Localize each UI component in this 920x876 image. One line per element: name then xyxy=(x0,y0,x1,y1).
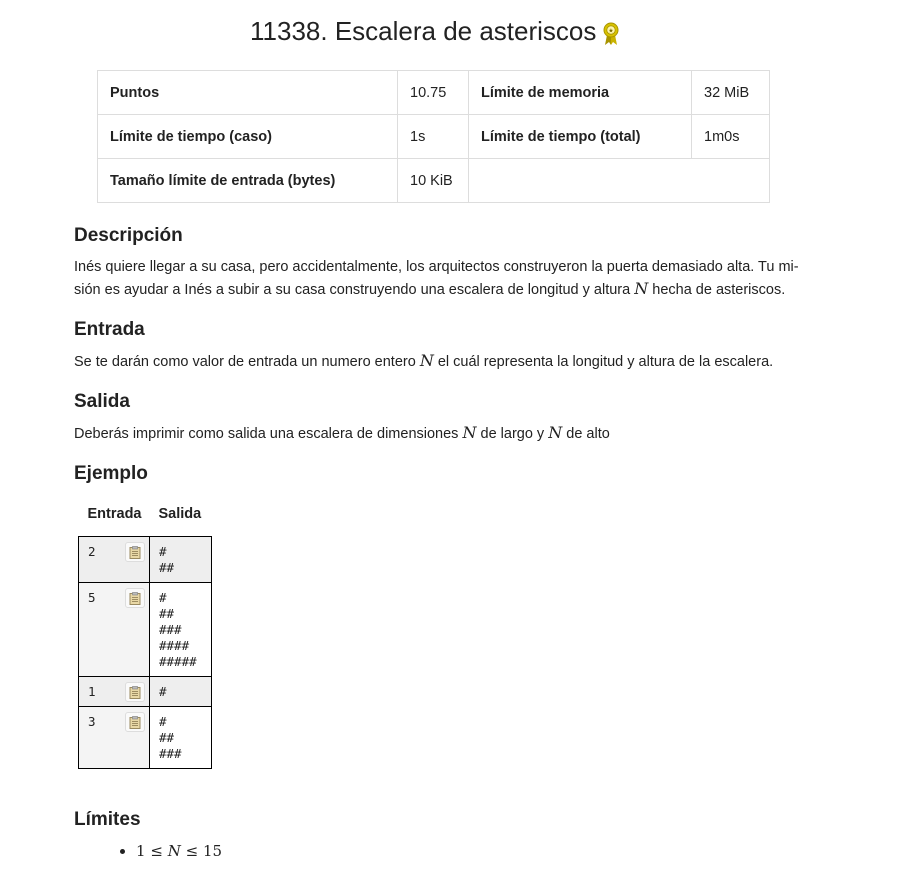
clipboard-icon xyxy=(129,546,141,559)
math-variable-n: N xyxy=(462,423,477,442)
example-output-cell: # ## ### #### ##### xyxy=(149,582,212,677)
limit-lower-bound: 1 xyxy=(136,842,146,860)
example-input-cell: 1 xyxy=(78,676,150,707)
problem-title: 11338. Escalera de asteriscos xyxy=(250,16,597,46)
example-input-cell: 3 xyxy=(78,706,150,769)
description-line-2-end: hecha de asteriscos. xyxy=(652,282,786,298)
examples-header-row: Entrada Salida xyxy=(79,503,212,537)
time-limit-total-label: Límite de tiempo (total) xyxy=(468,114,692,159)
input-heading: Entrada xyxy=(74,319,145,340)
input-size-limit-value: 10 KiB xyxy=(397,158,469,203)
description-heading: Descripción xyxy=(74,225,183,246)
example-output: # xyxy=(159,684,167,699)
limit-operator: ≤ xyxy=(150,842,163,860)
example-row: 5 # ## ### #### ##### xyxy=(78,582,212,677)
page-title: 11338. Escalera de asteriscos ★ xyxy=(250,16,620,47)
copy-input-button[interactable] xyxy=(125,682,145,702)
output-heading: Salida xyxy=(74,391,130,412)
math-variable-n: N xyxy=(548,423,563,442)
example-output: # ## ### #### ##### xyxy=(159,590,197,669)
time-limit-case-value: 1s xyxy=(397,114,469,159)
memory-limit-value: 32 MiB xyxy=(691,70,770,115)
output-text: Deberás imprimir como salida una escaler… xyxy=(74,422,799,445)
clipboard-icon xyxy=(129,592,141,605)
clipboard-icon xyxy=(129,716,141,729)
clipboard-icon xyxy=(129,686,141,699)
problem-settings-table: Puntos 10.75 Límite de memoria 32 MiB Lí… xyxy=(97,70,770,203)
input-text: Se te darán como valor de entrada un num… xyxy=(74,350,799,373)
limits-heading: Límites xyxy=(74,809,141,830)
examples-table: Entrada Salida 2 # ## 5 # ## ### #### ##… xyxy=(78,503,212,769)
example-row: 3 # ## ### xyxy=(78,706,212,769)
math-variable-n: N xyxy=(634,279,649,298)
example-input-cell: 2 xyxy=(78,536,150,583)
example-input-cell: 5 xyxy=(78,582,150,677)
input-size-limit-label: Tamaño límite de entrada (bytes) xyxy=(97,158,398,203)
time-limit-total-value: 1m0s xyxy=(691,114,770,159)
examples-output-header: Salida xyxy=(158,506,202,522)
example-output-cell: # ## ### xyxy=(149,706,212,769)
input-text-end: el cuál representa la longitud y altura … xyxy=(437,354,774,370)
award-ribbon-icon: ★ xyxy=(602,22,620,46)
output-text-middle: de largo y xyxy=(480,426,545,442)
example-output: # ## xyxy=(159,544,175,575)
copy-input-button[interactable] xyxy=(125,588,145,608)
math-variable-n: N xyxy=(419,351,434,370)
copy-input-button[interactable] xyxy=(125,712,145,732)
description-line-2-start: sión es ayudar a Inés a subir a su casa … xyxy=(74,282,631,298)
settings-row: Puntos 10.75 Límite de memoria 32 MiB xyxy=(97,70,770,115)
limit-operator: ≤ xyxy=(185,842,199,860)
description-text: Inés quiere llegar a su casa, pero accid… xyxy=(74,256,799,301)
settings-row: Límite de tiempo (caso) 1s Límite de tie… xyxy=(97,114,770,159)
example-row: 2 # ## xyxy=(78,536,212,583)
output-text-end: de alto xyxy=(566,426,610,442)
example-output: # ## ### xyxy=(159,714,182,761)
copy-input-button[interactable] xyxy=(125,542,145,562)
memory-limit-label: Límite de memoria xyxy=(468,70,692,115)
limit-item: 1 ≤ N ≤ 15 xyxy=(136,840,222,862)
limit-upper-bound: 15 xyxy=(202,842,223,860)
time-limit-case-label: Límite de tiempo (caso) xyxy=(97,114,398,159)
examples-input-header: Entrada xyxy=(87,506,142,522)
example-output-cell: # xyxy=(149,676,212,707)
limits-list: 1 ≤ N ≤ 15 xyxy=(120,840,222,862)
settings-row: Tamaño límite de entrada (bytes) 10 KiB xyxy=(97,158,770,203)
output-text-start: Deberás imprimir como salida una escaler… xyxy=(74,426,459,442)
settings-empty-cell xyxy=(468,158,770,203)
svg-text:★: ★ xyxy=(609,27,614,34)
input-text-start: Se te darán como valor de entrada un num… xyxy=(74,354,416,370)
points-label: Puntos xyxy=(97,70,398,115)
example-output-cell: # ## xyxy=(149,536,212,583)
points-value: 10.75 xyxy=(397,70,469,115)
description-line-1: Inés quiere llegar a su casa, pero accid… xyxy=(74,259,799,275)
example-heading: Ejemplo xyxy=(74,463,148,484)
limit-variable: N xyxy=(167,842,181,860)
example-row: 1 # xyxy=(78,676,212,707)
